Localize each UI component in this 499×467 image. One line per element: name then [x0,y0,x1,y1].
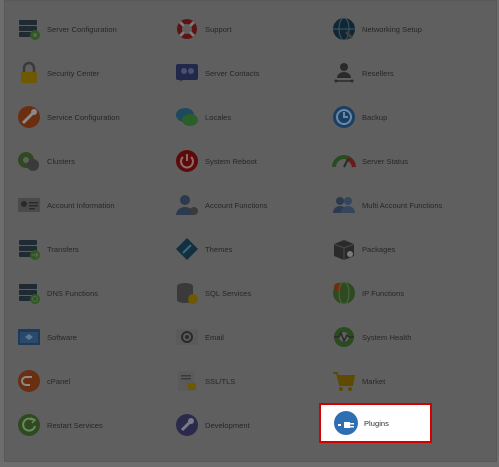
system-health-icon [331,324,357,350]
database-icon [174,280,200,306]
server-contacts-icon [174,60,200,86]
server-configuration-icon [16,16,42,42]
item-label: IP Functions [362,288,405,298]
item-resellers[interactable]: Resellers [331,57,394,89]
plug-icon [333,410,359,436]
item-label: Account Information [47,200,115,210]
item-cpanel[interactable]: cPanel [16,365,70,397]
item-server-status[interactable]: Server Status [331,145,408,177]
item-transfers[interactable]: Transfers [16,233,79,265]
shopping-cart-icon [331,368,357,394]
multi-account-functions-icon [331,192,357,218]
backup-icon [331,104,357,130]
item-label: Service Configuration [47,112,120,122]
item-support[interactable]: Support [174,13,232,45]
item-label: Locales [205,112,232,122]
item-ssl-tls[interactable]: SSL/TLS [174,365,235,397]
item-server-contacts[interactable]: Server Contacts [174,57,260,89]
item-dns-functions[interactable]: DNS Functions [16,277,98,309]
ip-functions-icon [331,280,357,306]
item-networking-setup[interactable]: Networking Setup [331,13,422,45]
item-account-functions[interactable]: Account Functions [174,189,268,221]
service-configuration-icon [16,104,42,130]
item-clusters[interactable]: Clusters [16,145,75,177]
item-locales[interactable]: Locales [174,101,231,133]
item-backup[interactable]: Backup [331,101,387,133]
item-market[interactable]: Market [331,365,385,397]
item-label: Networking Setup [362,24,422,34]
power-icon [174,148,200,174]
item-label: Backup [362,112,388,122]
padlock-icon [16,60,42,86]
restart-icon [16,412,42,438]
item-service-configuration[interactable]: Service Configuration [16,101,120,133]
item-server-configuration[interactable]: Server Configuration [16,13,117,45]
transfers-icon [16,236,42,262]
email-icon [174,324,200,350]
item-label: Server Status [362,156,409,166]
item-label: Market [362,376,386,386]
themes-icon [174,236,200,262]
item-label: Resellers [362,68,394,78]
dns-functions-icon [16,280,42,306]
item-email[interactable]: Email [174,321,224,353]
clusters-icon [16,148,42,174]
gauge-icon [331,148,357,174]
account-functions-icon [174,192,200,218]
item-system-health[interactable]: System Health [331,321,411,353]
item-label: Security Center [47,68,100,78]
account-information-icon [16,192,42,218]
item-label: Email [205,332,225,342]
item-packages[interactable]: Packages [331,233,395,265]
item-label: Account Functions [205,200,268,210]
item-label: Restart Services [47,420,103,430]
item-label: SSL/TLS [205,376,236,386]
home-icon-grid: Server Configuration Support Networking … [0,0,499,467]
item-label: Transfers [47,244,79,254]
item-restart-services[interactable]: Restart Services [16,409,103,441]
item-label: System Health [362,332,412,342]
resellers-icon [331,60,357,86]
item-plugins[interactable]: Plugins [319,403,432,443]
software-icon [16,324,42,350]
item-label: Development [205,420,250,430]
packages-icon [331,236,357,262]
item-label: System Reboot [205,156,257,166]
item-multi-account-functions[interactable]: Multi Account Functions [331,189,442,221]
item-label: Clusters [47,156,75,166]
item-label: Server Contacts [205,68,260,78]
development-icon [174,412,200,438]
item-themes[interactable]: Themes [174,233,232,265]
support-lifebuoy-icon [174,16,200,42]
item-label: cPanel [47,376,71,386]
item-label: Plugins [364,418,389,428]
item-account-information[interactable]: Account Information [16,189,115,221]
item-label: DNS Functions [47,288,99,298]
item-ip-functions[interactable]: IP Functions [331,277,404,309]
item-label: Server Configuration [47,24,117,34]
cpanel-icon [16,368,42,394]
item-label: Software [47,332,77,342]
item-label: Multi Account Functions [362,200,443,210]
item-development[interactable]: Development [174,409,250,441]
ssl-tls-icon [174,368,200,394]
item-label: Support [205,24,232,34]
item-sql-services[interactable]: SQL Services [174,277,251,309]
item-software[interactable]: Software [16,321,77,353]
item-label: Packages [362,244,396,254]
locales-icon [174,104,200,130]
networking-setup-icon [331,16,357,42]
item-security-center[interactable]: Security Center [16,57,99,89]
item-label: Themes [205,244,233,254]
item-label: SQL Services [205,288,252,298]
item-system-reboot[interactable]: System Reboot [174,145,257,177]
